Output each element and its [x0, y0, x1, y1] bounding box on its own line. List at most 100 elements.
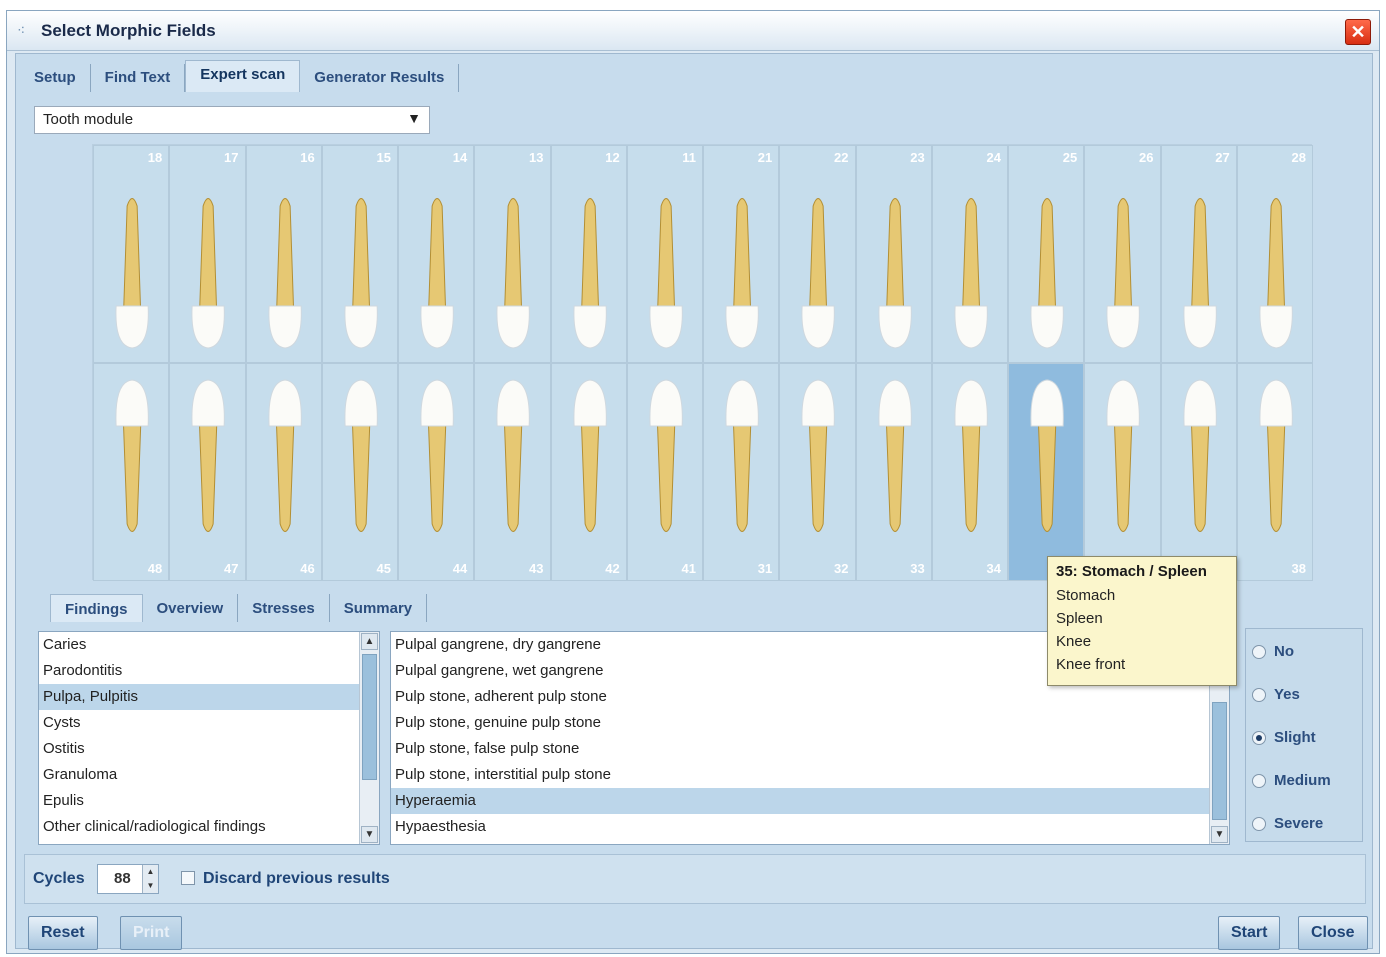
tooth-shape-35 — [1030, 379, 1064, 532]
tooth-crown — [420, 379, 454, 427]
category-item[interactable]: Granuloma — [39, 762, 379, 788]
tooth-48[interactable]: 48 — [93, 363, 170, 581]
category-item[interactable]: Ostitis — [39, 736, 379, 762]
tooltip-item: Knee — [1056, 633, 1092, 650]
category-item[interactable]: Parodontitis — [39, 658, 379, 684]
scroll-thumb[interactable] — [1212, 702, 1227, 820]
tab-setup[interactable]: Setup — [20, 64, 91, 92]
category-item[interactable]: Cysts — [39, 710, 379, 736]
tooth-31[interactable]: 31 — [703, 363, 780, 581]
tooth-45[interactable]: 45 — [321, 363, 398, 581]
finding-item[interactable]: Hypaesthesia — [391, 814, 1229, 840]
category-item[interactable]: Other clinical/radiological findings — [39, 814, 379, 840]
severity-option-slight[interactable]: Slight — [1252, 729, 1316, 746]
tab-generator-results[interactable]: Generator Results — [300, 64, 460, 92]
tooth-16[interactable]: 16 — [245, 145, 322, 363]
tab-overview[interactable]: Overview — [143, 594, 239, 622]
close-icon[interactable]: ✕ — [1345, 19, 1371, 45]
scroll-down-icon[interactable]: ▼ — [1211, 826, 1228, 843]
tooth-14[interactable]: 14 — [398, 145, 475, 363]
tooth-18[interactable]: 18 — [93, 145, 170, 363]
tab-stresses[interactable]: Stresses — [238, 594, 330, 622]
tooth-shape-36 — [1106, 379, 1141, 532]
severity-label: Severe — [1274, 815, 1324, 832]
tooth-22[interactable]: 22 — [779, 145, 856, 363]
module-select[interactable]: Tooth module ▼ — [34, 106, 430, 134]
tooth-27[interactable]: 27 — [1160, 145, 1237, 363]
tooth-44[interactable]: 44 — [398, 363, 475, 581]
tooth-47[interactable]: 47 — [169, 363, 246, 581]
tooth-23[interactable]: 23 — [855, 145, 932, 363]
stepper-down-icon[interactable]: ▼ — [142, 879, 158, 893]
tooth-11[interactable]: 11 — [626, 145, 703, 363]
categories-scrollbar[interactable]: ▲ ▼ — [359, 632, 379, 844]
tooth-number: 23 — [910, 150, 925, 165]
tooth-root — [427, 413, 447, 532]
tooth-crown — [572, 379, 607, 427]
severity-label: Medium — [1274, 772, 1331, 789]
close-button[interactable]: Close — [1298, 916, 1368, 950]
tab-expert-scan[interactable]: Expert scan — [185, 60, 301, 92]
finding-item[interactable]: Hyperaemia — [391, 788, 1229, 814]
tooth-24[interactable]: 24 — [931, 145, 1008, 363]
tooth-number: 15 — [376, 150, 391, 165]
tooth-21[interactable]: 21 — [703, 145, 780, 363]
tooth-38[interactable]: 38 — [1236, 363, 1313, 581]
tooth-26[interactable]: 26 — [1084, 145, 1161, 363]
severity-option-no[interactable]: No — [1252, 643, 1294, 660]
tooltip-title: 35: Stomach / Spleen — [1056, 563, 1207, 580]
tooth-36[interactable]: 36 — [1084, 363, 1161, 581]
category-item[interactable]: Caries — [39, 632, 379, 658]
category-item[interactable]: Epulis — [39, 788, 379, 814]
tab-summary[interactable]: Summary — [330, 594, 428, 622]
severity-option-severe[interactable]: Severe — [1252, 815, 1323, 832]
tooth-number: 12 — [605, 150, 620, 165]
severity-option-medium[interactable]: Medium — [1252, 772, 1331, 789]
tooth-41[interactable]: 41 — [626, 363, 703, 581]
tooth-number: 44 — [452, 561, 468, 576]
tooth-25[interactable]: 25 — [1008, 145, 1085, 363]
scroll-thumb[interactable] — [362, 654, 377, 780]
tooth-33[interactable]: 33 — [855, 363, 932, 581]
tooth-43[interactable]: 43 — [474, 363, 551, 581]
severity-option-yes[interactable]: Yes — [1252, 686, 1300, 703]
tooth-37[interactable]: 37 — [1160, 363, 1237, 581]
tooth-17[interactable]: 17 — [169, 145, 246, 363]
tooth-shape-44 — [420, 379, 454, 532]
start-button[interactable]: Start — [1218, 916, 1281, 950]
finding-item[interactable]: Pulp stone, genuine pulp stone — [391, 710, 1229, 736]
reset-button[interactable]: Reset — [28, 916, 98, 950]
tooth-number: 14 — [452, 150, 468, 165]
tooth-34[interactable]: 34 — [931, 363, 1008, 581]
discard-checkbox[interactable] — [181, 871, 195, 885]
tab-find-text[interactable]: Find Text — [91, 64, 186, 92]
window-app-icon: ⁖ — [17, 22, 26, 38]
scroll-up-icon[interactable]: ▲ — [361, 633, 378, 650]
scroll-down-icon[interactable]: ▼ — [361, 826, 378, 843]
tooth-shape-17 — [191, 198, 226, 349]
tooth-13[interactable]: 13 — [474, 145, 551, 363]
tooltip-item: Spleen — [1056, 610, 1103, 627]
tab-findings[interactable]: Findings — [50, 594, 143, 622]
tooth-28[interactable]: 28 — [1236, 145, 1313, 363]
tooth-32[interactable]: 32 — [779, 363, 856, 581]
tooth-42[interactable]: 42 — [550, 363, 627, 581]
print-button[interactable]: Print — [120, 916, 183, 950]
finding-item[interactable]: Pulp stone, interstitial pulp stone — [391, 762, 1229, 788]
tooth-shape-38 — [1259, 379, 1293, 532]
cycles-stepper[interactable]: 88 ▲ ▼ — [97, 864, 159, 894]
severity-label: Slight — [1274, 729, 1316, 746]
severity-label: Yes — [1274, 686, 1300, 703]
finding-item[interactable]: Pulp stone, false pulp stone — [391, 736, 1229, 762]
tooth-46[interactable]: 46 — [245, 363, 322, 581]
tooth-35[interactable]: 35 — [1008, 363, 1085, 581]
tooth-number: 13 — [529, 150, 544, 165]
tooth-shape-12 — [572, 198, 607, 349]
stepper-up-icon[interactable]: ▲ — [142, 865, 158, 879]
tooth-number: 28 — [1291, 150, 1306, 165]
tooth-12[interactable]: 12 — [550, 145, 627, 363]
tooth-shape-48 — [115, 379, 149, 532]
category-item[interactable]: Pulpa, Pulpitis — [39, 684, 379, 710]
finding-item[interactable]: Pulp stone, adherent pulp stone — [391, 684, 1229, 710]
tooth-15[interactable]: 15 — [321, 145, 398, 363]
